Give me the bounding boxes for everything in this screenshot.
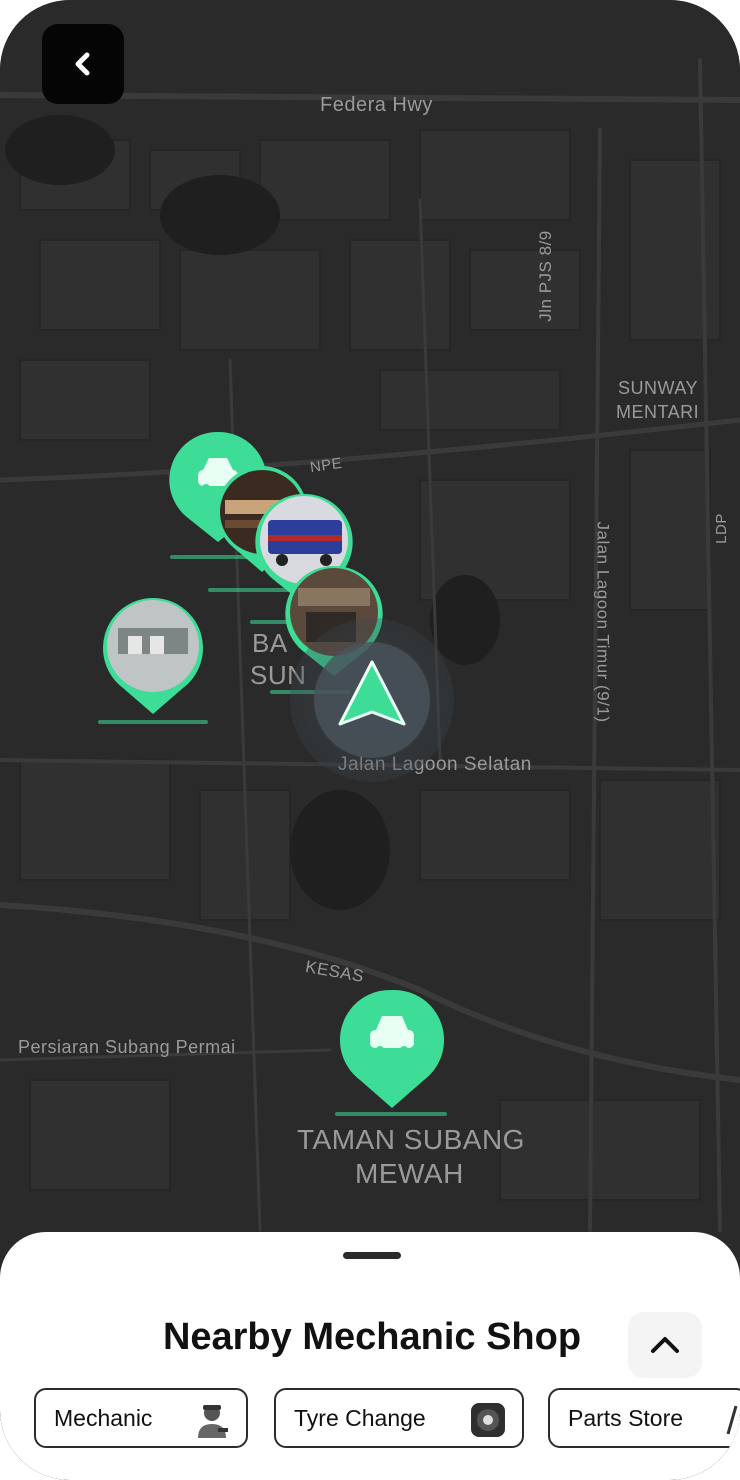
current-location-marker (290, 618, 454, 782)
chevron-up-icon (651, 1337, 679, 1353)
back-button[interactable] (42, 24, 124, 104)
chip-label: Parts Store (568, 1404, 684, 1431)
mechanic-person-icon (198, 1405, 228, 1438)
mechanic-pin-photo-4[interactable] (103, 598, 203, 714)
sheet-drag-handle[interactable] (343, 1252, 401, 1259)
chip-label: Mechanic (54, 1404, 153, 1431)
category-chip-parts-store[interactable]: Parts Store (548, 1388, 740, 1448)
chevron-left-icon (75, 52, 90, 76)
expand-sheet-button[interactable] (628, 1312, 702, 1378)
parts-icon (726, 1405, 738, 1435)
map-pins-layer (98, 431, 454, 1116)
bottom-sheet: Nearby Mechanic Shop Mechanic Tyre Chang… (0, 1232, 740, 1480)
mechanic-pin-car-2[interactable] (339, 989, 445, 1108)
category-chip-tyre-change[interactable]: Tyre Change (274, 1388, 524, 1448)
phone-screen: Federa Hwy Jln PJS 8/9 SUNWAY MENTARI NP… (0, 0, 740, 1480)
category-chip-mechanic[interactable]: Mechanic (34, 1388, 248, 1448)
chip-label: Tyre Change (294, 1404, 426, 1431)
tyre-icon (471, 1403, 505, 1437)
